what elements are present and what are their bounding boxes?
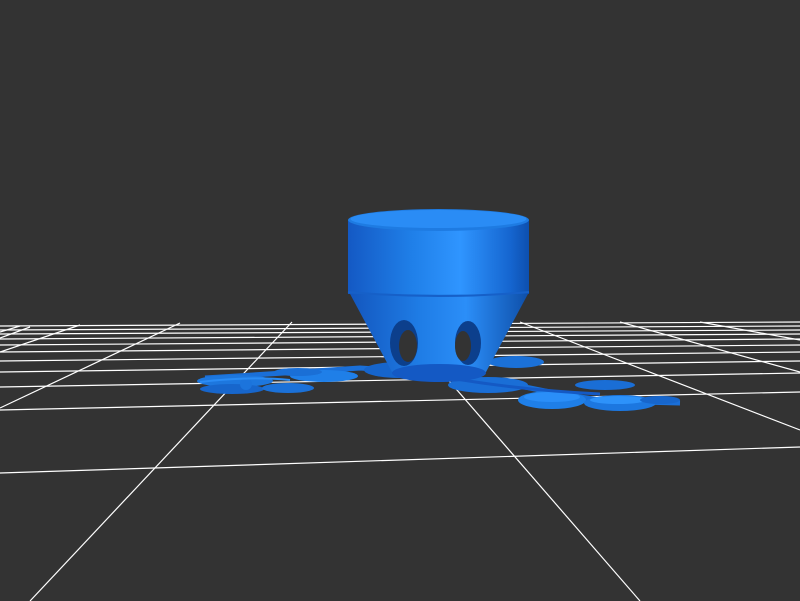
- viewport-canvas[interactable]: [0, 0, 800, 601]
- 3d-viewport[interactable]: [0, 0, 800, 601]
- model-cup[interactable]: [347, 209, 530, 297]
